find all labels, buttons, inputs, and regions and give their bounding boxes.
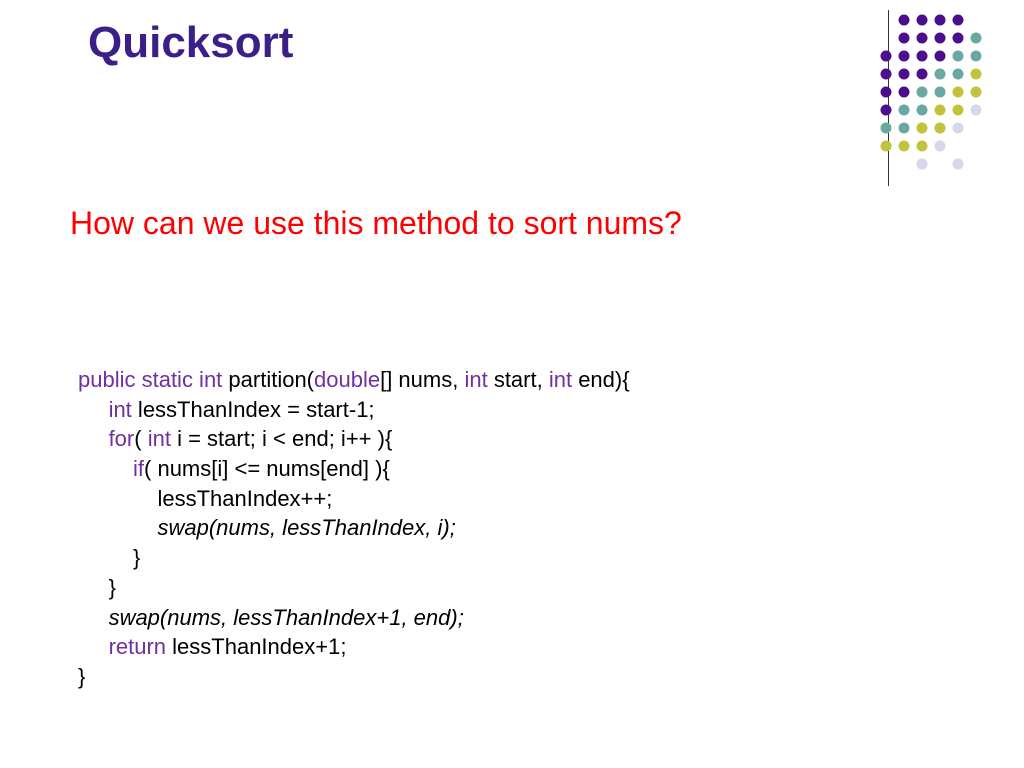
slide-question: How can we use this method to sort nums? (70, 205, 682, 242)
code-text: lessThanIndex+1; (166, 634, 346, 659)
code-text: start, (488, 367, 549, 392)
code-block: public static int partition(double[] num… (78, 365, 630, 692)
code-text: ( (134, 426, 147, 451)
code-text: ( nums[i] <= nums[end] ){ (144, 456, 390, 481)
code-keyword: int (148, 426, 171, 451)
code-text-italic: swap(nums, lessThanIndex, i); (157, 515, 455, 540)
code-text: end){ (572, 367, 630, 392)
code-keyword: if (133, 456, 144, 481)
code-text: } (109, 575, 116, 600)
code-text: lessThanIndex = start-1; (132, 397, 375, 422)
slide-title: Quicksort (88, 18, 293, 68)
code-keyword: for (109, 426, 135, 451)
code-keyword: int (464, 367, 487, 392)
code-text: } (133, 545, 140, 570)
code-keyword: return (109, 634, 166, 659)
code-keyword: int (109, 397, 132, 422)
code-text: i = start; i < end; i++ ){ (171, 426, 392, 451)
code-keyword: int (549, 367, 572, 392)
code-text: lessThanIndex++; (157, 486, 332, 511)
dots-decoration (874, 10, 1004, 185)
code-text: partition( (222, 367, 314, 392)
code-keyword: public static int (78, 367, 222, 392)
code-keyword: double (314, 367, 380, 392)
code-text-italic: swap(nums, lessThanIndex+1, end); (109, 605, 464, 630)
code-text: } (78, 664, 85, 689)
code-text: [] nums, (380, 367, 464, 392)
